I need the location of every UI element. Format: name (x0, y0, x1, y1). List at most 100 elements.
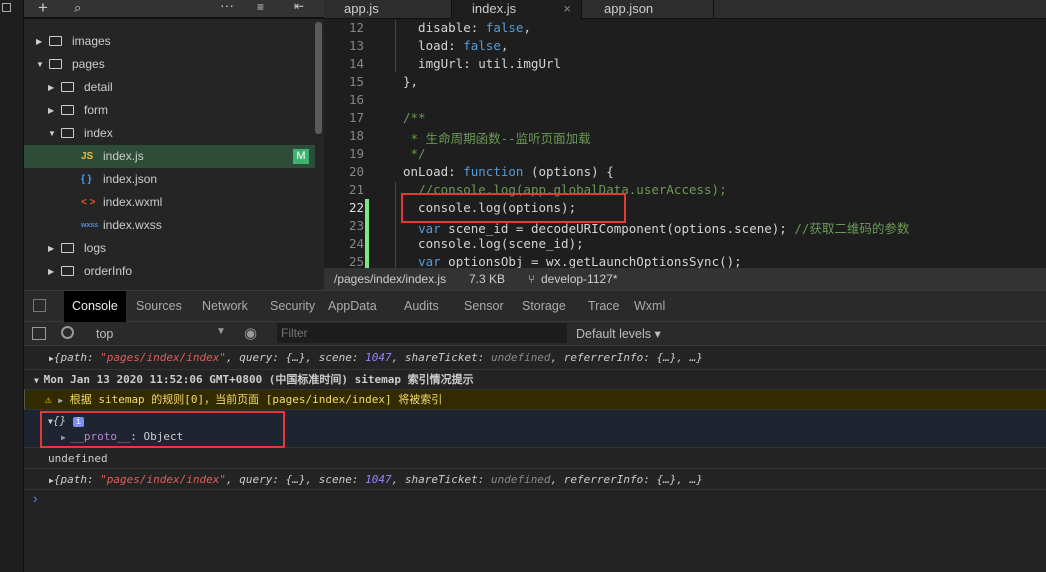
split-icon[interactable]: ⇤ (294, 0, 304, 13)
devtools-tab-sensor[interactable]: Sensor (456, 291, 512, 322)
chevron-down-icon[interactable]: ▼ (216, 326, 226, 337)
search-icon[interactable]: ⌕ (74, 0, 81, 16)
tree-item-index[interactable]: ▼ index (24, 122, 315, 145)
file-path: /pages/index/index.js (334, 272, 447, 286)
tree-scrollbar[interactable] (315, 22, 322, 134)
devtools-tab-wxml[interactable]: Wxml (626, 291, 673, 322)
code-line[interactable]: onLoad: function (options) { (403, 164, 614, 179)
tree-item-detail[interactable]: ▶ detail (24, 76, 315, 99)
line-number: 24 (348, 236, 364, 251)
tree-item-label: orderInfo (84, 264, 133, 278)
devtools-tab-trace[interactable]: Trace (580, 291, 628, 322)
chevron-right-icon[interactable]: ▶ (48, 76, 54, 99)
tab-app-json[interactable]: app.json (584, 0, 714, 19)
devtools-tab-audits[interactable]: Audits (396, 291, 447, 322)
code-line[interactable]: console.log(scene_id); (403, 236, 584, 251)
levels-select[interactable]: Default levels ▾ (576, 326, 661, 341)
context-select[interactable]: top (96, 327, 113, 341)
tab-app-js[interactable]: app.js (324, 0, 452, 19)
inspect-icon[interactable] (33, 299, 46, 312)
collapse-icon[interactable]: ≡ (257, 0, 264, 14)
group-title: Mon Jan 13 2020 11:52:06 GMT+0800 (中国标准时… (43, 373, 474, 386)
code-line[interactable]: /** (403, 110, 426, 125)
tree-item-label: form (84, 103, 108, 117)
tree-item-label: logs (84, 241, 107, 255)
folder-open-icon (61, 128, 74, 138)
indent-guide (395, 182, 396, 268)
log-object: {path: "pages/index/index", query: {…}, … (53, 351, 703, 364)
devtools-tab-console[interactable]: Console (64, 291, 126, 322)
line-number: 25 (348, 254, 364, 269)
tree-item-logs[interactable]: ▶ logs (24, 237, 315, 260)
branch-icon: ⑂ (528, 272, 536, 286)
tree-item-label: index (84, 126, 113, 140)
code-line[interactable]: disable: false, (403, 20, 531, 35)
tree-item-label: pages (72, 57, 105, 71)
line-number: 13 (348, 38, 364, 53)
tree-item-index-wxss[interactable]: wxss index.wxss (24, 214, 315, 237)
chevron-down-icon[interactable]: ▼ (48, 122, 56, 145)
chevron-right-icon[interactable]: ▶ (48, 99, 54, 122)
branch-name[interactable]: develop-1127* (541, 268, 618, 290)
highlight-box-console-log (401, 193, 626, 223)
chevron-right-icon[interactable]: ▶ (48, 237, 54, 260)
console-group-header[interactable]: ▼ Mon Jan 13 2020 11:52:06 GMT+0800 (中国标… (24, 370, 1046, 390)
tree-item-index-json[interactable]: { } index.json (24, 168, 315, 191)
devtools-tab-security[interactable]: Security (262, 291, 323, 322)
console-log-row[interactable]: ▶{path: "pages/index/index", query: {…},… (24, 469, 1046, 490)
tree-item-index-js[interactable]: JS index.js M (24, 145, 315, 168)
code-line[interactable]: * 生命周期函数--监听页面加载 (403, 128, 591, 147)
folder-icon (61, 82, 74, 92)
devtools-tabs: Console Sources Network Security AppData Audi… (24, 291, 1046, 322)
code-line[interactable]: }, (403, 74, 418, 89)
line-number: 12 (348, 20, 364, 35)
eye-icon[interactable]: ◉ (244, 324, 257, 342)
console-prompt[interactable]: › (33, 490, 38, 506)
chevron-down-icon[interactable]: ▼ (36, 53, 44, 76)
console-warning-row[interactable]: ⚠ ▶ 根据 sitemap 的规则[0]，当前页面 [pages/index/… (24, 390, 1046, 410)
tree-item-index-wxml[interactable]: < > index.wxml (24, 191, 315, 214)
code-line[interactable]: var optionsObj = wx.getLaunchOptionsSync… (403, 254, 742, 269)
warning-icon: ⚠ (45, 393, 52, 406)
tree-item-form[interactable]: ▶ form (24, 99, 315, 122)
status-bar: /pages/index/index.js 7.3 KB ⑂ develop-1… (324, 268, 1046, 290)
expand-icon[interactable]: ▶ (58, 396, 63, 405)
tree-item-pages[interactable]: ▼ pages (24, 53, 315, 76)
devtools-tab-storage[interactable]: Storage (514, 291, 574, 322)
chevron-right-icon[interactable]: ▶ (36, 30, 42, 53)
code-line[interactable]: */ (403, 146, 426, 161)
activity-strip (0, 0, 24, 572)
filter-input[interactable] (277, 323, 567, 343)
console-log-row[interactable]: ▶{path: "pages/index/index", query: {…},… (24, 346, 1046, 370)
sidebar-toggle-icon[interactable] (32, 327, 46, 340)
tree-item-orderinfo[interactable]: ▶ orderInfo (24, 260, 315, 283)
code-line[interactable]: load: false, (403, 38, 508, 53)
clear-console-icon[interactable] (61, 326, 74, 339)
line-number: 22 (348, 200, 364, 215)
line-number: 18 (348, 128, 364, 143)
add-icon[interactable]: + (38, 0, 48, 18)
tree-item-label: images (72, 34, 111, 48)
folder-icon (61, 105, 74, 115)
chevron-right-icon[interactable]: ▶ (48, 260, 54, 283)
tree-item-images[interactable]: ▶ images (24, 30, 315, 53)
file-size: 7.3 KB (469, 272, 506, 286)
wxss-file-icon: wxss (81, 222, 99, 229)
js-file-icon: JS (81, 151, 94, 162)
console-toolbar: top ▼ ◉ Default levels ▾ (24, 322, 1046, 346)
wxml-file-icon: < > (81, 197, 96, 208)
devtools-tab-appdata[interactable]: AppData (320, 291, 385, 322)
tree-item-label: index.wxml (103, 195, 163, 209)
collapse-icon[interactable]: ▼ (34, 376, 44, 385)
devtools-tab-sources[interactable]: Sources (128, 291, 190, 322)
close-icon[interactable]: × (563, 0, 571, 17)
modified-badge: M (293, 149, 309, 164)
tab-label: app.json (604, 1, 654, 16)
window-icon[interactable] (2, 3, 11, 12)
code-line[interactable]: imgUrl: util.imgUrl (403, 56, 561, 71)
devtools-tab-network[interactable]: Network (194, 291, 256, 322)
warning-text: 根据 sitemap 的规则[0]，当前页面 [pages/index/inde… (69, 393, 443, 406)
tab-index-js[interactable]: index.js × (452, 0, 582, 19)
highlight-box-empty-object (40, 411, 285, 448)
more-icon[interactable]: ··· (220, 0, 234, 13)
